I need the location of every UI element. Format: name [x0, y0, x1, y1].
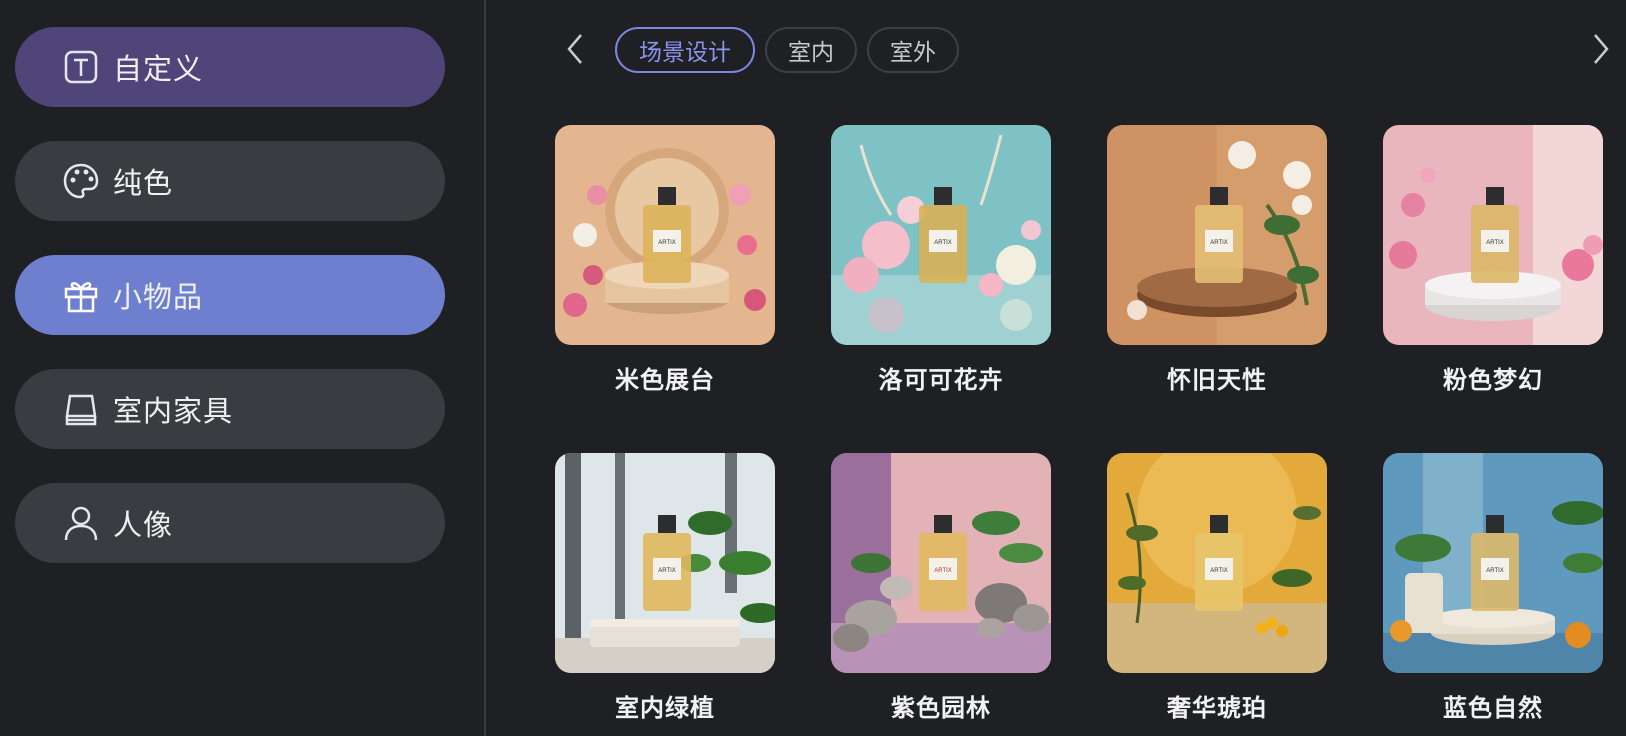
scene-thumbnail: ARTIX [555, 125, 775, 345]
sidebar-item-solid-color[interactable]: 纯色 [15, 141, 445, 221]
card-caption: 怀旧天性 [1167, 366, 1267, 394]
card-caption: 奢华琥珀 [1167, 694, 1267, 722]
text-box-icon [61, 47, 101, 87]
next-button[interactable] [1581, 25, 1621, 77]
card-caption: 蓝色自然 [1443, 694, 1543, 722]
scene-card-rococo-flowers[interactable]: ARTIX 洛可可花卉 [831, 125, 1051, 394]
sidebar-item-label: 室内家具 [113, 394, 234, 428]
tab-scene-design[interactable]: 场景设计 [615, 27, 755, 73]
scene-thumbnail: ARTIX [831, 453, 1051, 673]
chevron-right-icon [1590, 32, 1612, 70]
bottle-brand-text: ARTIX [1210, 568, 1228, 574]
prev-button[interactable] [555, 25, 595, 77]
bottle-brand-text: ARTIX [658, 568, 676, 574]
bottle-brand-text: ARTIX [1486, 240, 1504, 246]
sidebar-item-small-items[interactable]: 小物品 [15, 255, 445, 335]
person-icon [61, 503, 101, 543]
scene-tabs: 场景设计 室内 室外 [555, 25, 1626, 79]
bottle-brand-text: ARTIX [1210, 240, 1228, 246]
scene-card-beige-stand[interactable]: ARTIX 米色展台 [555, 125, 775, 394]
card-caption: 室内绿植 [615, 694, 715, 722]
scene-thumbnail: ARTIX [831, 125, 1051, 345]
scene-thumbnail: ARTIX [1107, 125, 1327, 345]
scene-card-pink-dream[interactable]: ARTIX 粉色梦幻 [1383, 125, 1603, 394]
scene-card-nostalgic-nature[interactable]: ARTIX 怀旧天性 [1107, 125, 1327, 394]
category-sidebar: 自定义 纯色 小物品 室内家具 人像 [0, 0, 486, 736]
bottle-brand-text: ARTIX [934, 240, 952, 246]
scene-card-blue-nature[interactable]: ARTIX 蓝色自然 [1383, 453, 1603, 722]
sidebar-item-label: 纯色 [113, 166, 174, 200]
sidebar-item-label: 人像 [113, 508, 174, 542]
card-caption: 米色展台 [615, 366, 715, 394]
tab-outdoor[interactable]: 室外 [867, 27, 959, 73]
scene-thumbnail: ARTIX [1107, 453, 1327, 673]
bottle-brand-text: ARTIX [658, 240, 676, 246]
tab-indoor[interactable]: 室内 [765, 27, 857, 73]
scene-card-indoor-plants[interactable]: ARTIX 室内绿植 [555, 453, 775, 722]
bottle-brand-text: ARTIX [934, 568, 952, 574]
scene-thumbnail: ARTIX [1383, 453, 1603, 673]
chevron-left-icon [564, 32, 586, 70]
bottle-brand-text: ARTIX [1486, 568, 1504, 574]
palette-icon [61, 161, 101, 201]
sidebar-item-portrait[interactable]: 人像 [15, 483, 445, 563]
card-caption: 洛可可花卉 [878, 366, 1004, 394]
scene-thumbnail: ARTIX [555, 453, 775, 673]
scene-card-purple-garden[interactable]: ARTIX 紫色园林 [831, 453, 1051, 722]
gift-icon [61, 275, 101, 315]
sidebar-item-label: 小物品 [113, 280, 204, 314]
furniture-icon [61, 389, 101, 429]
card-caption: 紫色园林 [891, 694, 991, 722]
card-caption: 粉色梦幻 [1443, 366, 1543, 394]
sidebar-item-label: 自定义 [113, 52, 204, 86]
sidebar-item-custom[interactable]: 自定义 [15, 27, 445, 107]
scene-thumbnail: ARTIX [1383, 125, 1603, 345]
scene-card-luxury-amber[interactable]: ARTIX 奢华琥珀 [1107, 453, 1327, 722]
sidebar-item-indoor-furniture[interactable]: 室内家具 [15, 369, 445, 449]
